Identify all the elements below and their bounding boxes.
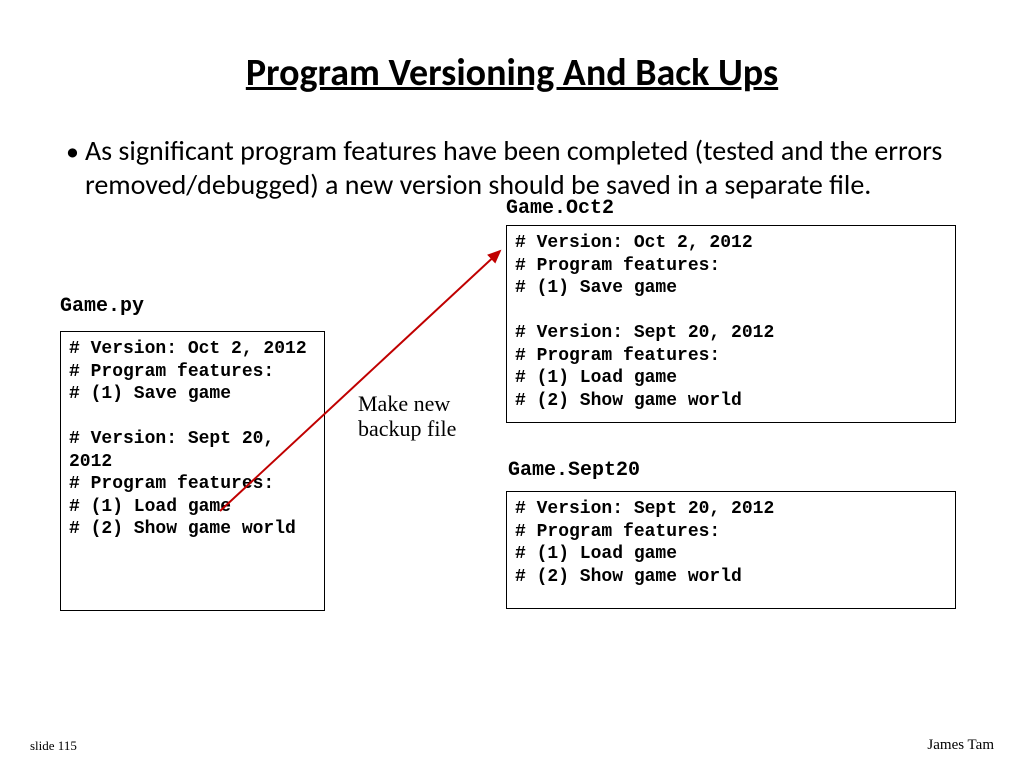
bullet-text: As significant program features have bee… xyxy=(85,134,964,201)
diagram-area: Game.Oct2 Game.py # Version: Oct 2, 2012… xyxy=(60,211,964,691)
code-box-left: # Version: Oct 2, 2012 # Program feature… xyxy=(60,331,325,611)
code-box-right-bottom: # Version: Sept 20, 2012 # Program featu… xyxy=(506,491,956,609)
bullet-marker: • xyxy=(60,134,85,164)
label-game-sept20: Game.Sept20 xyxy=(508,459,640,482)
slide-container: Program Versioning And Back Ups • As sig… xyxy=(0,0,1024,768)
slide-number: slide 115 xyxy=(30,738,77,754)
code-box-right-top: # Version: Oct 2, 2012 # Program feature… xyxy=(506,225,956,423)
author-name: James Tam xyxy=(927,737,994,754)
label-game-oct2: Game.Oct2 xyxy=(506,197,614,220)
slide-title: Program Versioning And Back Ups xyxy=(60,50,964,96)
bullet-item: • As significant program features have b… xyxy=(60,134,964,201)
label-game-py: Game.py xyxy=(60,295,144,318)
label-make-new-backup: Make new backup file xyxy=(358,391,456,442)
